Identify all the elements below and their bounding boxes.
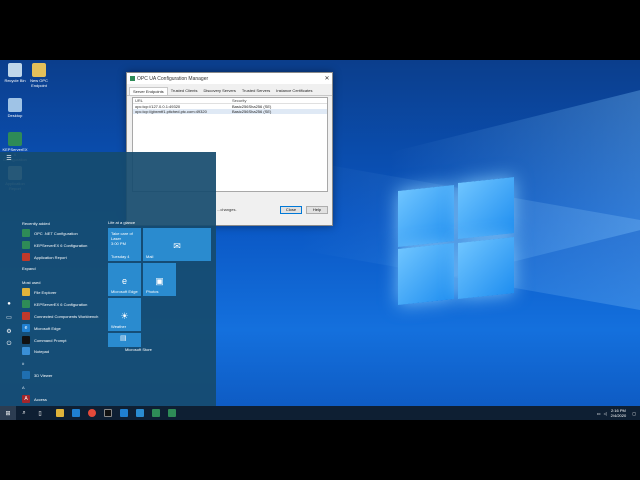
clock[interactable]: 2:16 PM 2/4/2020 [611,408,627,418]
list-item[interactable]: e Microsoft Edge [22,324,61,332]
list-item[interactable]: Notepad [22,347,49,355]
chrome-icon [88,409,96,417]
start-rail: ☰ ● ▭ ⚙ ⏻ [0,152,18,347]
desktop-icon-opc-endpoint[interactable]: New OPC Endpoint [26,63,52,88]
calendar-tile[interactable]: Take care of Laser 3:00 PM Tuesday 4 [108,228,141,261]
start-menu: ☰ ● ▭ ⚙ ⏻ Recently added OPC .NET Config… [0,152,216,347]
tab-discovery-servers[interactable]: Discovery Servers [200,87,238,95]
taskbar-app[interactable] [52,406,68,420]
tab-instance-certificates[interactable]: Instance Certificates [273,87,315,95]
dialog-titlebar[interactable]: OPC UA Configuration Manager ✕ [127,73,332,84]
mail-icon: ✉ [173,241,181,252]
dialog-title: OPC UA Configuration Manager [137,75,209,82]
opc-config-icon [168,409,176,417]
recently-added-heading: Recently added [22,221,50,226]
list-item[interactable]: KEPServerEX 6 Configuration [22,241,87,249]
list-item[interactable]: Application Report [22,253,67,261]
list-item[interactable]: File Explorer [22,288,56,296]
cmd-icon [22,336,30,344]
opc-net-icon [22,229,30,237]
taskbar-app[interactable] [100,406,116,420]
expand-link[interactable]: Expand [22,266,36,271]
settings-icon[interactable]: ⚙ [5,328,13,336]
edge-icon: e [121,276,127,287]
taskbar-app[interactable] [116,406,132,420]
weather-tile[interactable]: ☀ Weather [108,298,141,331]
list-item[interactable]: KEPServerEX 6 Configuration [22,300,87,308]
windows-logo-wallpaper [398,177,516,305]
desktop-icon [8,98,22,112]
photos-icon: ▣ [155,276,164,287]
most-used-heading: Most used [22,280,41,285]
endpoint-url: opc.tcp://gbxmtf1.pitched.ptc.com:49320 [135,109,207,114]
system-tray: ▭ ◁ 2:16 PM 2/4/2020 ▢ [597,406,636,420]
folder-icon [32,63,46,77]
kepserver-icon [152,409,160,417]
status-text: ...changes. [217,207,237,212]
access-icon: A [22,395,30,403]
edge-icon [120,409,128,417]
user-icon[interactable]: ● [5,300,13,308]
taskbar-app[interactable] [132,406,148,420]
desktop-icon-recycle-bin[interactable]: Recycle Bin [2,63,28,83]
list-item[interactable]: Connected Components Workbench [22,312,98,320]
tab-trusted-clients[interactable]: Trusted Clients [168,87,201,95]
taskbar-app[interactable] [68,406,84,420]
tab-trusted-servers[interactable]: Trusted Servers [239,87,273,95]
photos-tile[interactable]: ▣ Photos [143,263,176,296]
table-row[interactable]: opc.tcp://gbxmtf1.pitched.ptc.com:49320 … [133,109,327,114]
list-item[interactable]: 3D Viewer [22,371,52,379]
taskbar-app[interactable] [164,406,180,420]
edge-tile[interactable]: e Microsoft Edge [108,263,141,296]
edge-icon [72,409,80,417]
recycle-bin-icon [8,63,22,77]
list-item[interactable]: OPC .NET Configuration [22,229,78,237]
taskbar: ⊞ ⌕ ▯ ▭ ◁ 2:16 PM 2/4/2020 ▢ [0,406,640,420]
network-icon[interactable]: ▭ [597,411,601,416]
endpoint-security: Basic256Sha256 (SE) [232,109,272,114]
task-view-icon[interactable]: ▯ [32,406,48,420]
help-button[interactable]: Help [306,206,328,214]
notepad-icon [22,347,30,355]
ccw-icon [22,312,30,320]
search-icon[interactable]: ⌕ [16,406,32,420]
notifications-icon[interactable]: ▢ [632,411,636,416]
mail-tile[interactable]: ✉ Mail [143,228,211,261]
folder-icon [22,288,30,296]
outlook-icon [136,409,144,417]
list-item[interactable]: Command Prompt [22,336,66,344]
close-icon[interactable]: ✕ [322,75,332,82]
column-url[interactable]: URL [135,98,232,103]
hamburger-icon[interactable]: ☰ [5,155,13,163]
store-tile[interactable]: ▤ [108,333,141,347]
taskbar-app[interactable] [84,406,100,420]
column-security[interactable]: Security [232,98,246,103]
3d-viewer-icon [22,371,30,379]
folder-icon [56,409,64,417]
kepserver-icon [22,300,30,308]
tab-server-endpoints[interactable]: Server Endpoints [129,87,168,95]
close-button[interactable]: Close [280,206,302,214]
cmd-icon [104,409,112,417]
letter-heading[interactable]: # [22,361,24,366]
app-report-icon [22,253,30,261]
sun-icon: ☀ [120,311,129,322]
documents-icon[interactable]: ▭ [5,314,13,322]
kepserver-icon [8,132,22,146]
desktop-icon-desktop[interactable]: Desktop [2,98,28,118]
store-tile-label: Microsoft Store [125,347,152,352]
kepserver-icon [22,241,30,249]
dialog-tabs: Server Endpoints Trusted Clients Discove… [127,84,332,96]
taskbar-app[interactable] [148,406,164,420]
app-icon [130,76,135,81]
letter-heading[interactable]: A [22,385,25,390]
edge-icon: e [22,324,30,332]
store-icon: ▤ [120,335,127,342]
tiles-heading: Life at a glance [108,220,136,225]
list-item[interactable]: A Access [22,395,47,403]
volume-icon[interactable]: ◁ [604,411,607,416]
start-button[interactable]: ⊞ [0,406,16,420]
start-menu-lower: Notepad # 3D Viewer A A Access Microsoft… [0,347,216,406]
